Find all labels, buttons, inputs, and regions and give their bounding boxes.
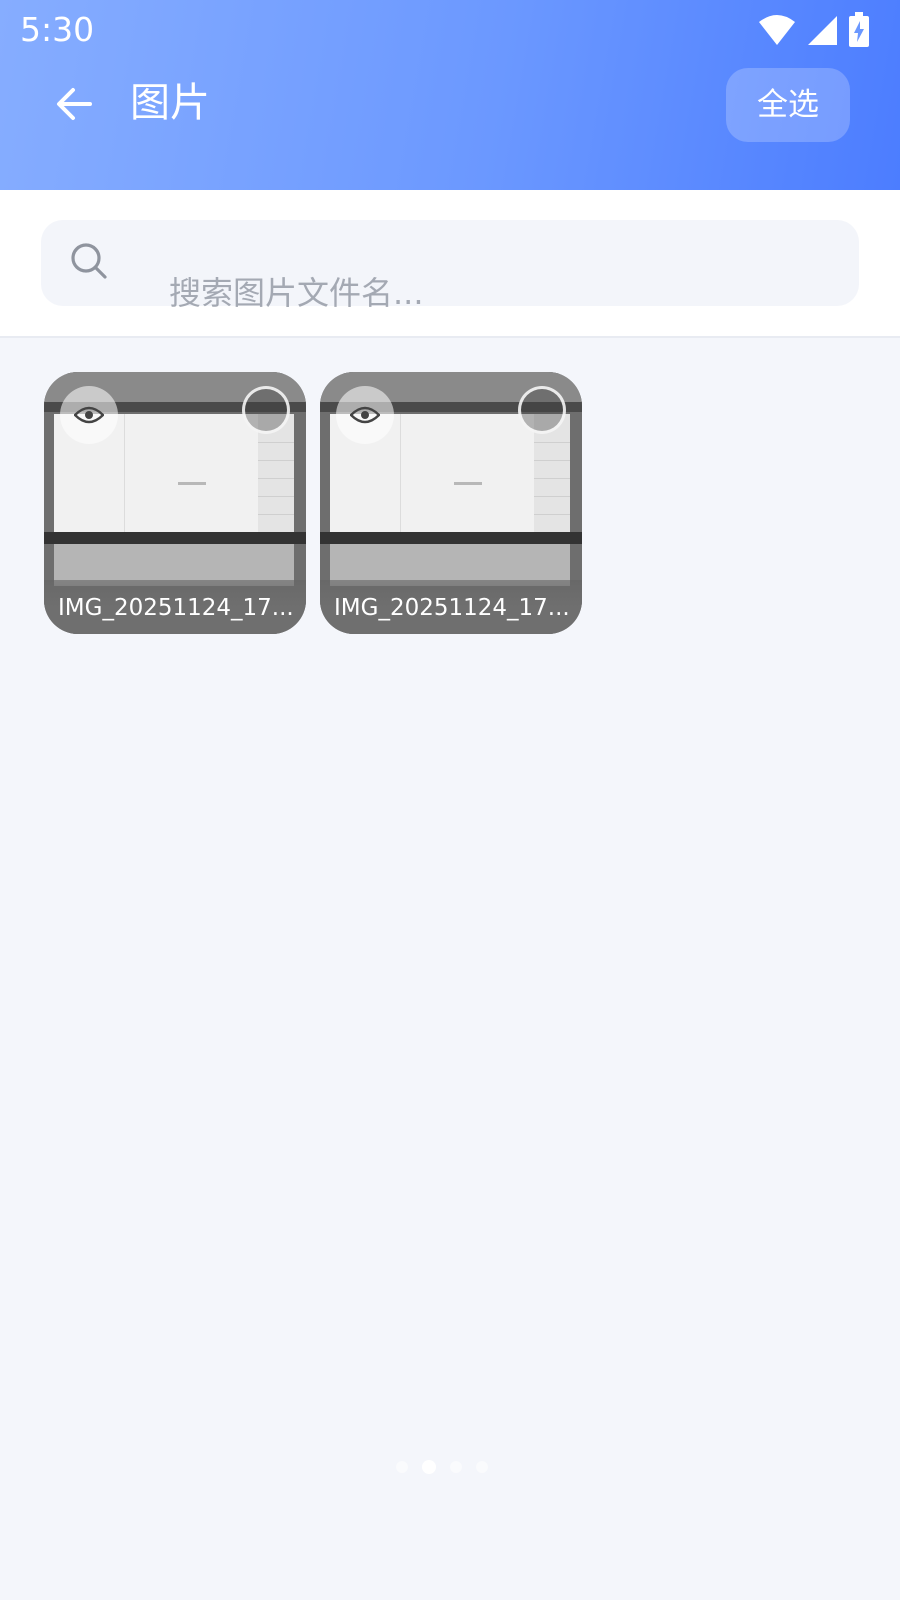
image-filename: IMG_20251124_17... — [58, 595, 294, 621]
select-checkbox[interactable] — [242, 386, 290, 434]
page-dot — [450, 1461, 462, 1473]
page-dot — [396, 1461, 408, 1473]
battery-charging-icon — [849, 12, 869, 47]
preview-button[interactable] — [336, 386, 394, 444]
status-bar: 5:30 — [0, 0, 900, 60]
select-all-button[interactable]: 全选 — [726, 68, 850, 142]
arrow-left-icon — [57, 88, 92, 120]
image-card[interactable]: IMG_20251124_17... — [320, 372, 582, 634]
image-caption: IMG_20251124_17... — [44, 580, 306, 634]
page-dot — [476, 1461, 488, 1473]
preview-button[interactable] — [60, 386, 118, 444]
image-grid: IMG_20251124_17... IMG_20251124_17... — [44, 372, 582, 634]
image-caption: IMG_20251124_17... — [320, 580, 582, 634]
search-input[interactable] — [169, 262, 869, 324]
image-card[interactable]: IMG_20251124_17... — [44, 372, 306, 634]
page-indicator — [396, 1460, 488, 1474]
eye-icon — [74, 406, 104, 424]
app-header: 5:30 图片 全选 — [0, 0, 900, 190]
select-checkbox[interactable] — [518, 386, 566, 434]
status-time: 5:30 — [20, 10, 95, 49]
image-filename: IMG_20251124_17... — [334, 595, 570, 621]
search-icon — [71, 243, 107, 279]
search-section — [0, 190, 900, 338]
status-icons — [758, 12, 870, 48]
page-title: 图片 — [130, 80, 210, 126]
back-button[interactable] — [46, 76, 102, 132]
page-dot-active — [422, 1460, 436, 1474]
search-box[interactable] — [41, 220, 869, 324]
eye-icon — [350, 406, 380, 424]
cell-signal-icon — [808, 16, 837, 45]
wifi-icon — [759, 15, 795, 45]
title-bar: 图片 全选 — [0, 62, 900, 148]
